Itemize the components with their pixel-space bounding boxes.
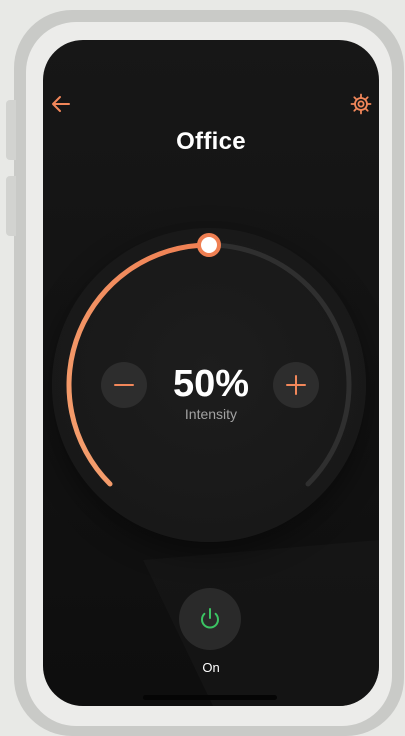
home-indicator — [143, 695, 277, 700]
intensity-readout: 50% Intensity — [43, 362, 379, 422]
intensity-label: Intensity — [184, 406, 238, 422]
power-icon — [201, 608, 219, 629]
power-button[interactable] — [179, 588, 241, 650]
phone-side-button — [6, 176, 16, 236]
power-state-label: On — [202, 660, 220, 675]
intensity-value: 50% — [172, 363, 250, 405]
phone-side-button — [6, 100, 16, 160]
app-screen: Office 50% Intensity On — [43, 40, 379, 706]
dial-knob[interactable] — [197, 233, 221, 257]
